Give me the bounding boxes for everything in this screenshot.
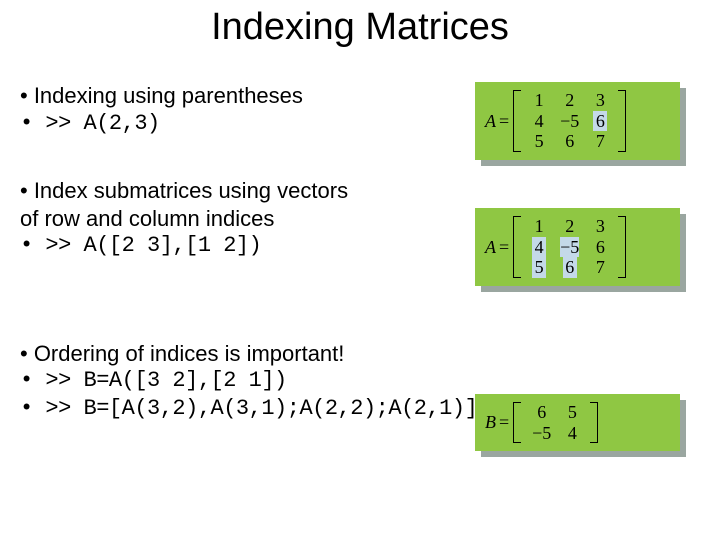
cell: 1 [525,90,553,111]
cell: 6 [553,131,586,152]
cell: 5 [525,131,553,152]
matrix-var: A [485,111,499,132]
cell: 4 [525,237,553,258]
matrix-A: A = 1 2 3 4 −5 6 5 6 7 [485,216,670,278]
highlight-cell: 4 [532,237,546,258]
bracket-left-icon [513,90,521,152]
matrix-box-1: A = 1 2 3 4 −5 6 5 6 7 [475,82,680,160]
matrix-grid: 6 5 −5 4 [525,402,586,443]
matrix-A: A = 1 2 3 4 −5 6 5 6 7 [485,90,670,152]
bracket-right-icon [618,90,626,152]
cell: 1 [525,216,553,237]
cell: 3 [586,90,614,111]
cell: −5 [525,423,558,444]
highlight-cell: 6 [593,111,607,132]
text-line: • Ordering of indices is important! [20,340,700,368]
highlight-cell: 6 [563,257,577,278]
slide-title: Indexing Matrices [0,6,720,49]
cell: 4 [558,423,586,444]
cell: 5 [558,402,586,423]
slide: Indexing Matrices • Indexing using paren… [0,0,720,540]
cell: 7 [586,131,614,152]
matrix-grid: 1 2 3 4 −5 6 5 6 7 [525,216,614,278]
equals-sign: = [499,111,513,132]
matrix-var: A [485,237,499,258]
matrix-box-3: B = 6 5 −5 4 [475,394,680,451]
cell: 6 [553,257,586,278]
equals-sign: = [499,412,513,433]
cell: 5 [525,257,553,278]
bracket-left-icon [513,216,521,278]
matrix-box-2: A = 1 2 3 4 −5 6 5 6 7 [475,208,680,286]
matrix-grid: 1 2 3 4 −5 6 5 6 7 [525,90,614,152]
highlight-cell: 5 [532,257,546,278]
cell: 2 [553,216,586,237]
bracket-left-icon [513,402,521,443]
cell: −5 [553,111,586,132]
bracket-right-icon [618,216,626,278]
text-line: • Index submatrices using vectors [20,177,700,205]
matrix-var: B [485,412,499,433]
bracket-right-icon [590,402,598,443]
equals-sign: = [499,237,513,258]
code-line: • >> B=A([3 2],[2 1]) [20,367,700,395]
matrix-B: B = 6 5 −5 4 [485,402,670,443]
cell: 6 [525,402,558,423]
cell: −5 [553,237,586,258]
cell: 6 [586,111,614,132]
cell: 6 [586,237,614,258]
cell: 2 [553,90,586,111]
cell: 4 [525,111,553,132]
cell: 3 [586,216,614,237]
cell: 7 [586,257,614,278]
highlight-cell: −5 [560,237,579,258]
